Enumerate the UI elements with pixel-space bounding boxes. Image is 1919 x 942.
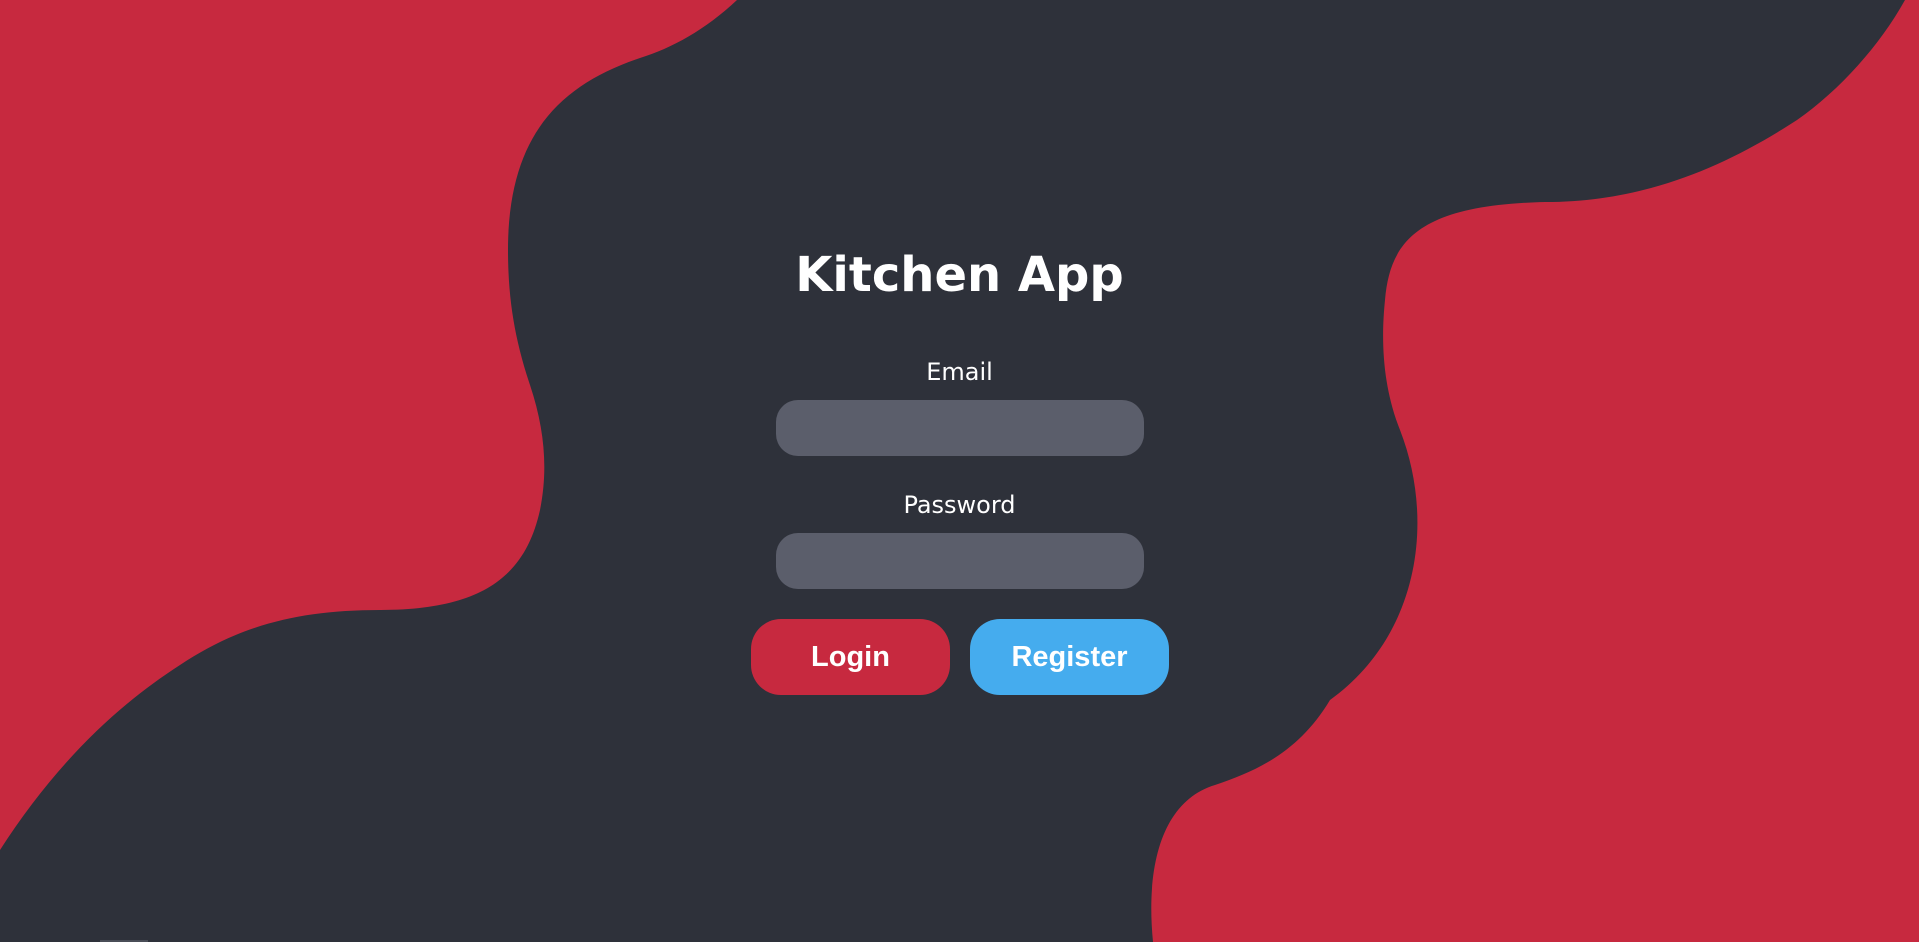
email-field[interactable] — [776, 400, 1144, 456]
password-label: Password — [903, 491, 1016, 519]
login-button[interactable]: Login — [751, 619, 950, 695]
login-panel: Kitchen App Email Password Login Registe… — [0, 0, 1919, 942]
page-title: Kitchen App — [795, 247, 1124, 303]
password-field[interactable] — [776, 533, 1144, 589]
register-button[interactable]: Register — [970, 619, 1169, 695]
email-label: Email — [926, 358, 993, 386]
